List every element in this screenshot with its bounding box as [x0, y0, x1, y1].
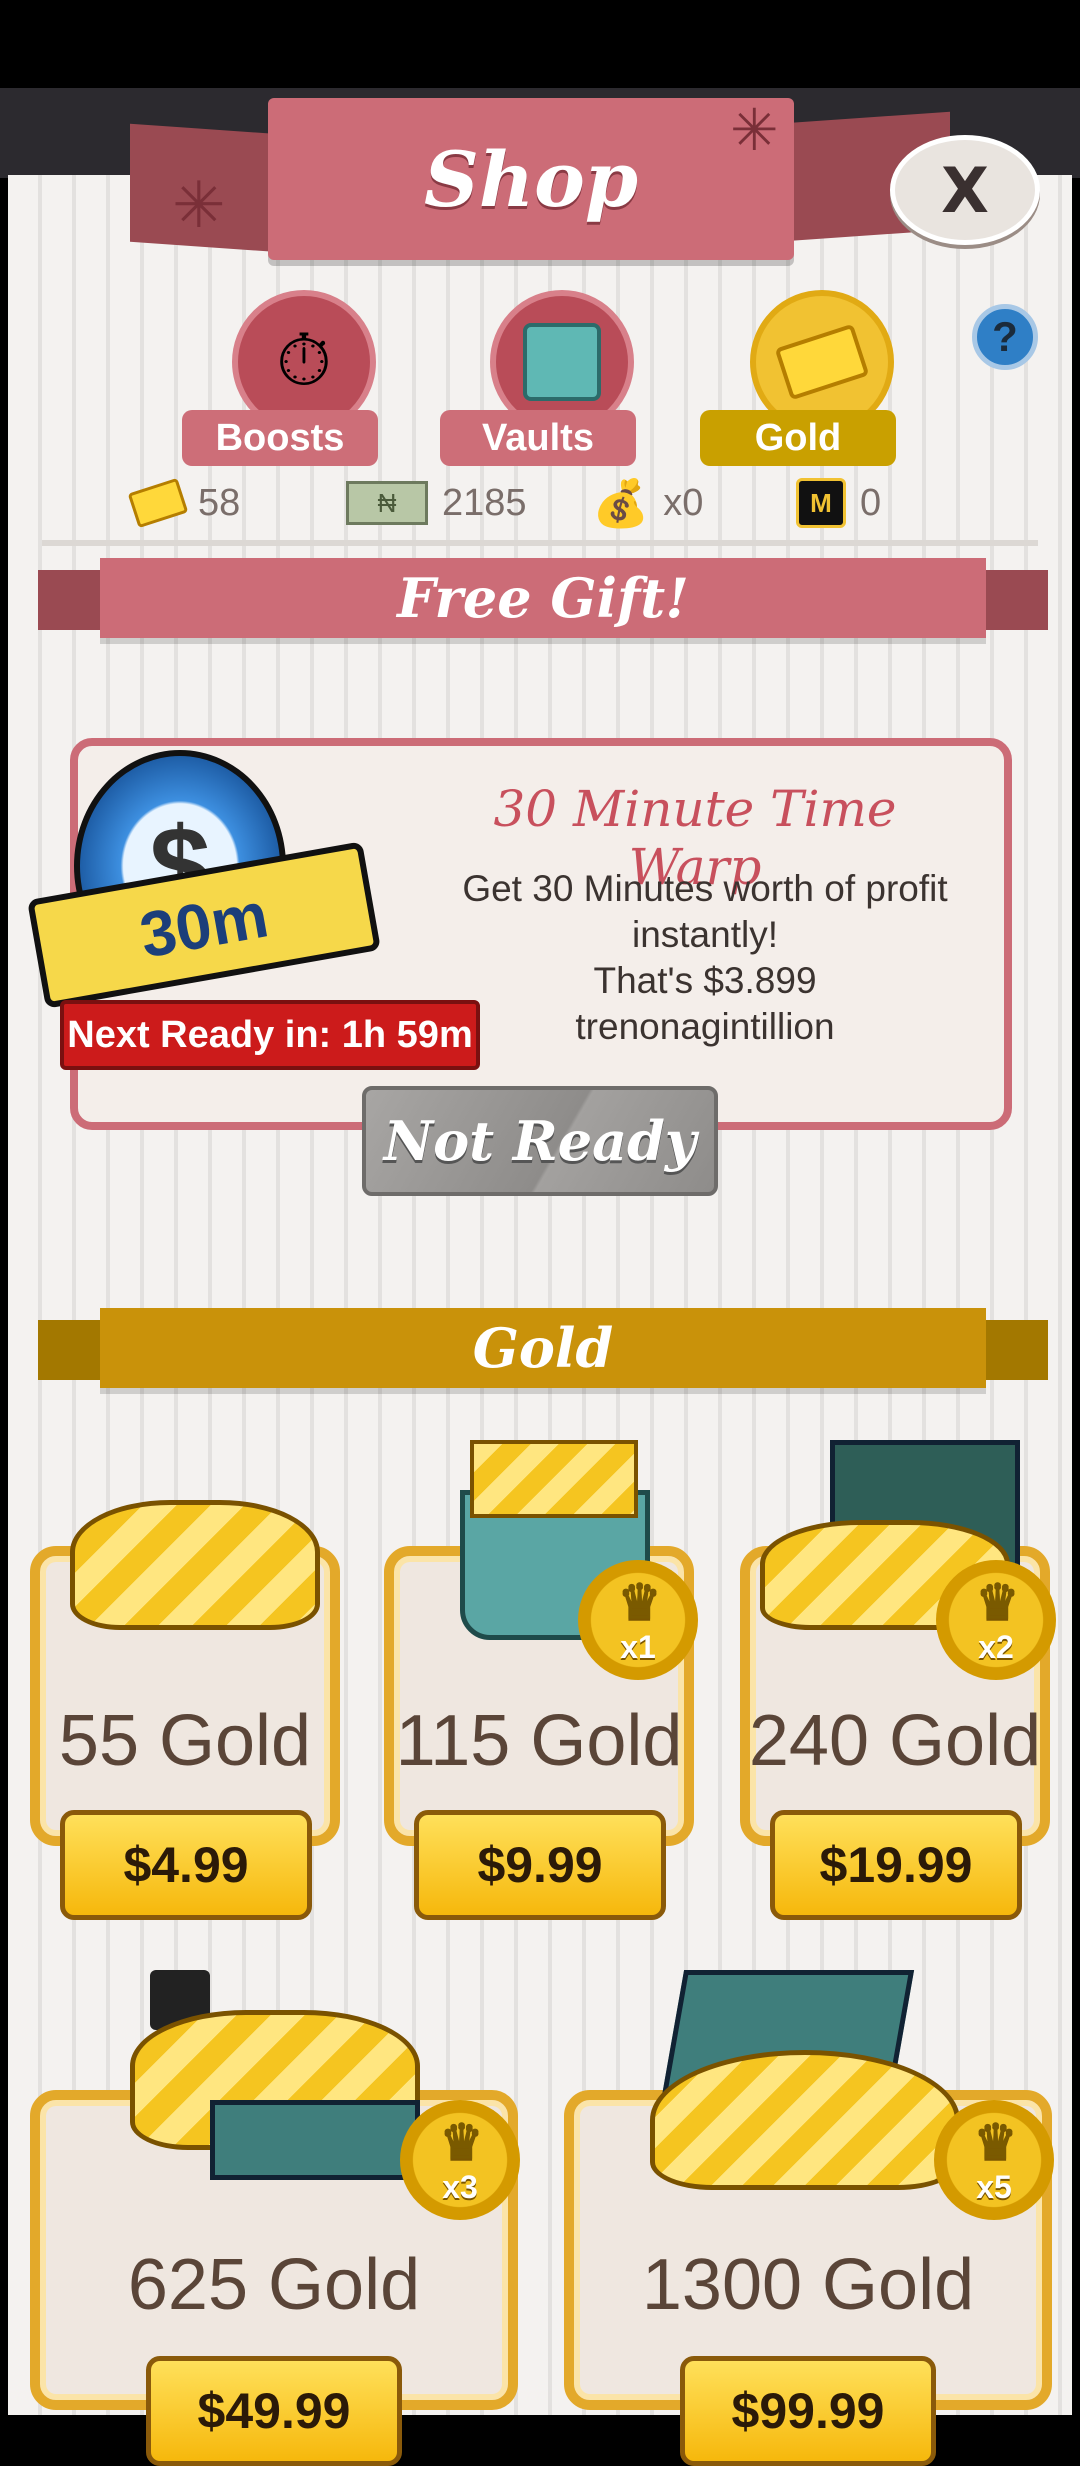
- moneybag-balance: 💰 x0: [592, 476, 703, 530]
- gold-icon: [127, 477, 189, 529]
- multiplier-badge: ♛ x1: [578, 1560, 698, 1680]
- price-button[interactable]: $49.99: [146, 2356, 402, 2466]
- price-button[interactable]: $4.99: [60, 1810, 312, 1920]
- pack-name: 625 Gold: [127, 2245, 421, 2325]
- tab-boosts[interactable]: ⏱ Boosts: [182, 290, 382, 466]
- pack-name: 115 Gold: [395, 1701, 683, 1781]
- tab-gold[interactable]: Gold: [700, 290, 900, 466]
- tab-label: Gold: [700, 410, 896, 466]
- help-button[interactable]: ?: [972, 304, 1038, 370]
- mascot-icon: ♛: [974, 2116, 1018, 2169]
- pack-name: 240 Gold: [748, 1701, 1042, 1781]
- star-decoration-icon: ✳: [730, 98, 779, 163]
- gold-pile-icon: [50, 1440, 330, 1640]
- free-gift-banner: Free Gift!: [38, 558, 1048, 638]
- cash-balance: ₦ 2185: [346, 476, 527, 530]
- gold-section-title: Gold: [100, 1308, 986, 1388]
- pack-name: 55 Gold: [58, 1701, 312, 1781]
- cash-icon: ₦: [346, 481, 428, 525]
- token-count: 0: [860, 481, 882, 524]
- price-button[interactable]: $99.99: [680, 2356, 936, 2466]
- multiplier-badge: ♛ x2: [936, 1560, 1056, 1680]
- next-ready-label: Next Ready in: 1h 59m: [60, 1000, 480, 1070]
- mascot-icon: ♛: [440, 2116, 484, 2169]
- wheelbarrow-icon: [90, 1950, 450, 2200]
- multiplier-badge: ♛ x3: [400, 2100, 520, 2220]
- mascot-icon: ♛: [976, 1576, 1020, 1629]
- price-button[interactable]: $9.99: [414, 1810, 666, 1920]
- multiplier-label: x3: [442, 2169, 478, 2205]
- question-icon: ?: [992, 313, 1018, 360]
- time-warp-image: $ 30m: [27, 690, 381, 1010]
- not-ready-button[interactable]: Not Ready: [362, 1086, 718, 1196]
- divider: [42, 540, 1038, 546]
- moneybag-count: x0: [663, 481, 704, 524]
- multiplier-label: x5: [976, 2169, 1012, 2205]
- close-icon: X: [941, 153, 989, 227]
- gold-banner: Gold: [38, 1308, 1048, 1388]
- gift-description: Get 30 Minutes worth of profit instantly…: [460, 866, 950, 1050]
- money-bag-icon: 💰: [592, 476, 650, 529]
- tab-label: Vaults: [440, 410, 636, 466]
- cash-count: 2185: [442, 481, 527, 524]
- gold-count: 58: [198, 481, 241, 524]
- multiplier-badge: ♛ x5: [934, 2100, 1054, 2220]
- gift-desc-line1: Get 30 Minutes worth of profit instantly…: [462, 868, 948, 955]
- multiplier-label: x2: [978, 1629, 1014, 1665]
- tab-vaults[interactable]: Vaults: [440, 290, 640, 466]
- gift-desc-line2: That's $3.899 trenonagintillion: [575, 960, 835, 1047]
- pack-name: 1300 Gold: [641, 2245, 975, 2325]
- token-balance: M 0: [796, 476, 881, 530]
- price-button[interactable]: $19.99: [770, 1810, 1022, 1920]
- close-button[interactable]: X: [890, 135, 1040, 245]
- status-bar: [0, 0, 1080, 88]
- mascot-icon: ♛: [618, 1576, 662, 1629]
- star-decoration-icon: ✳: [172, 169, 226, 241]
- time-warp-badge: 30m: [134, 878, 274, 972]
- token-icon: M: [796, 478, 846, 528]
- page-title: Shop: [424, 134, 638, 224]
- gold-balance: 58: [127, 476, 241, 530]
- multiplier-label: x1: [620, 1629, 656, 1665]
- tab-label: Boosts: [182, 410, 378, 466]
- free-gift-title: Free Gift!: [100, 558, 986, 638]
